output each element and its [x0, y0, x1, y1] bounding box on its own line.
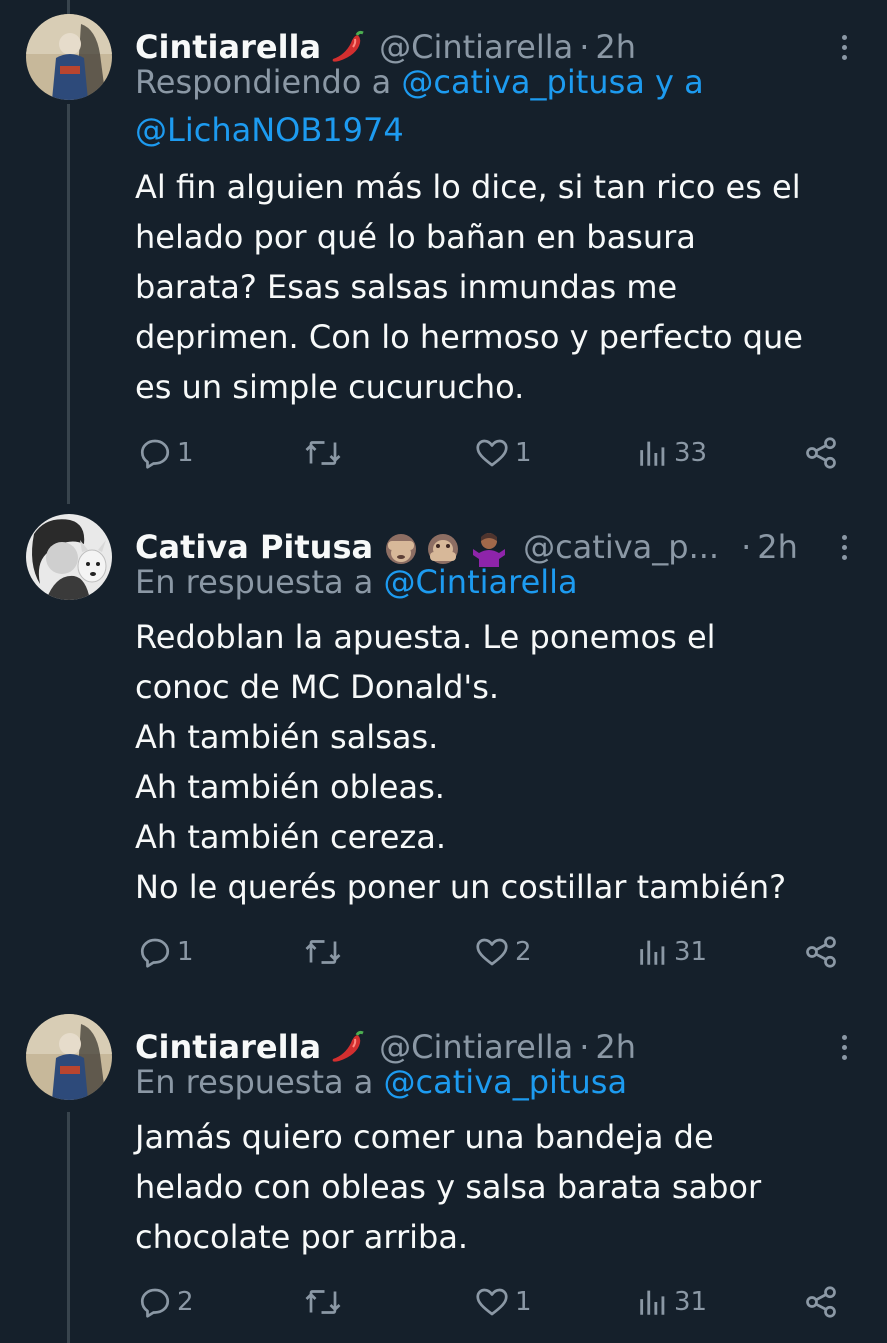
tweet-text-line: No le querés poner un costillar también? — [135, 868, 787, 906]
share-button[interactable] — [803, 930, 839, 974]
views-button[interactable]: 31 — [636, 1280, 707, 1324]
like-count: 2 — [515, 937, 532, 967]
tweet-text-line: Al fin alguien más lo dice, si tan rico … — [135, 168, 801, 206]
heart-icon — [476, 1288, 508, 1316]
reply-icon — [140, 1288, 170, 1318]
tweet-text-line: Ah también salsas. — [135, 718, 439, 756]
tweet[interactable]: Cintiarella @Cintiarella · 2h Respondien… — [0, 14, 887, 494]
retweet-icon — [305, 940, 341, 964]
tweet-text-line: barata? Esas salsas inmundas me — [135, 268, 678, 306]
reply-count: 1 — [177, 937, 194, 967]
mention-link[interactable]: @cativa_pitusa — [401, 63, 645, 101]
tweet-text-line: helado con obleas y salsa barata sabor — [135, 1168, 762, 1206]
replying-to: Respondiendo a @cativa_pitusa y a @Licha… — [135, 58, 847, 154]
share-button[interactable] — [803, 431, 839, 475]
share-icon — [806, 1286, 836, 1318]
mention-link[interactable]: @cativa_pitusa — [384, 1063, 628, 1101]
reply-icon — [140, 938, 170, 968]
views-icon — [640, 1290, 665, 1315]
retweet-icon — [305, 441, 341, 465]
replying-to: En respuesta a @cativa_pitusa — [135, 1058, 847, 1106]
tweet-text-line: es un simple cucurucho. — [135, 368, 525, 406]
avatar[interactable] — [26, 514, 112, 600]
replying-to-label: En respuesta a — [135, 1063, 384, 1101]
views-count: 33 — [674, 438, 708, 468]
views-icon — [640, 940, 665, 965]
mention-link[interactable]: @Cintiarella — [384, 563, 578, 601]
tweet-text: Al fin alguien más lo dice, si tan rico … — [135, 162, 857, 412]
reply-button[interactable]: 2 — [137, 1280, 194, 1324]
views-icon — [640, 441, 665, 466]
retweet-icon — [305, 1290, 341, 1314]
tweet-text-line: Ah también obleas. — [135, 768, 445, 806]
tweet-text-line: deprimen. Con lo hermoso y perfecto que — [135, 318, 803, 356]
tweet-text-line: Redoblan la apuesta. Le ponemos el — [135, 618, 716, 656]
tweet-text-line: chocolate por arriba. — [135, 1218, 469, 1256]
tweet-text: Redoblan la apuesta. Le ponemos el conoc… — [135, 612, 857, 912]
reply-button[interactable]: 1 — [137, 431, 194, 475]
tweet-text-line: helado por qué lo bañan en basura — [135, 218, 696, 256]
tweet-text-line: Jamás quiero comer una bandeja de — [135, 1118, 714, 1156]
views-count: 31 — [674, 1287, 708, 1317]
share-icon — [806, 437, 836, 469]
avatar[interactable] — [26, 1014, 112, 1100]
tweet-text: Jamás quiero comer una bandeja de helado… — [135, 1112, 857, 1262]
like-count: 1 — [515, 1287, 532, 1317]
action-bar: 1 1 33 — [0, 431, 887, 475]
retweet-button[interactable] — [303, 930, 347, 974]
views-button[interactable]: 31 — [636, 930, 707, 974]
share-icon — [806, 936, 836, 968]
heart-icon — [476, 938, 508, 966]
views-button[interactable]: 33 — [636, 431, 707, 475]
mention-joiner: y a — [644, 63, 704, 101]
tweet-text-line: Ah también cereza. — [135, 818, 447, 856]
tweet[interactable]: Cintiarella @Cintiarella · 2h En respues… — [0, 1014, 887, 1343]
mention-link[interactable]: @LichaNOB1974 — [135, 111, 404, 149]
like-button[interactable]: 1 — [473, 1280, 532, 1324]
replying-to-label: En respuesta a — [135, 563, 384, 601]
tweet-text-line: conoc de MC Donald's. — [135, 668, 500, 706]
reply-button[interactable]: 1 — [137, 930, 194, 974]
avatar[interactable] — [26, 14, 112, 100]
share-button[interactable] — [803, 1280, 839, 1324]
replying-to-label: Respondiendo a — [135, 63, 402, 101]
like-button[interactable]: 1 — [473, 431, 532, 475]
tweet[interactable]: Cativa Pitusa @cativa_p... · 2h En respu… — [0, 514, 887, 994]
replying-to: En respuesta a @Cintiarella — [135, 558, 847, 606]
reply-icon — [140, 439, 170, 469]
action-bar: 1 2 31 — [0, 930, 887, 974]
action-bar: 2 1 31 — [0, 1280, 887, 1324]
reply-count: 1 — [177, 438, 194, 468]
heart-icon — [476, 439, 508, 467]
thread-line — [67, 0, 70, 14]
reply-count: 2 — [177, 1287, 194, 1317]
like-count: 1 — [515, 438, 532, 468]
like-button[interactable]: 2 — [473, 930, 532, 974]
views-count: 31 — [674, 937, 708, 967]
retweet-button[interactable] — [303, 1280, 347, 1324]
retweet-button[interactable] — [303, 431, 347, 475]
